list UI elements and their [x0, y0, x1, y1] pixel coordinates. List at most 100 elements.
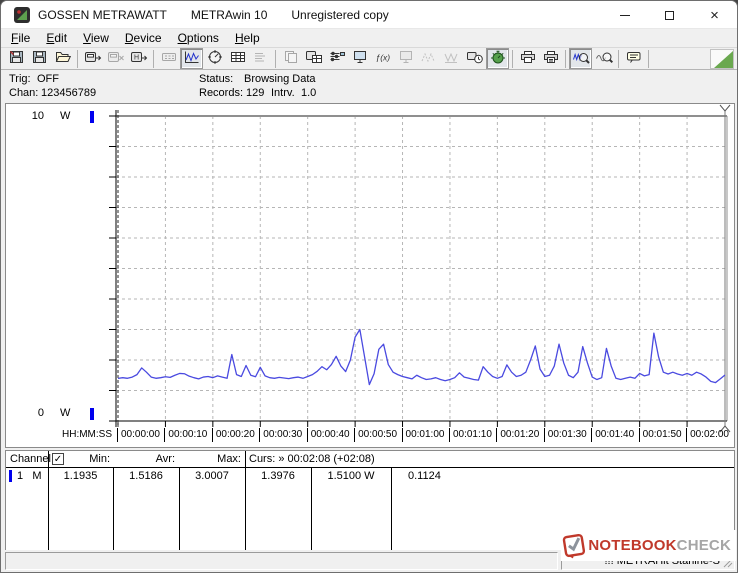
menu-edit[interactable]: Edit [38, 29, 75, 47]
window-controls: × [602, 1, 737, 29]
numeric-display-button[interactable] [157, 48, 180, 69]
records-value: 129 [246, 87, 264, 99]
export-icon [282, 49, 300, 68]
title-license-status: Unregistered copy [291, 8, 388, 22]
x-tick-label: 00:00:20 [212, 428, 255, 442]
x-tick-label: 00:01:00 [402, 428, 445, 442]
print-button[interactable] [516, 48, 539, 69]
device-config-icon [328, 49, 346, 68]
chart-view-button[interactable] [180, 48, 203, 69]
device-download-icon [84, 49, 102, 68]
x-axis-format-label: HH:MM:SS [50, 428, 112, 441]
menu-help[interactable]: Help [227, 29, 268, 47]
schedule-icon [466, 49, 484, 68]
menu-file[interactable]: File [3, 29, 38, 47]
x-tick-label: 00:01:40 [591, 428, 634, 442]
maximize-button[interactable] [647, 1, 692, 29]
channel-visible-checkbox[interactable]: ✓ [52, 453, 64, 465]
comment-button[interactable] [622, 48, 645, 69]
header-max: Max: [179, 451, 241, 468]
x-tick-label: 00:00:40 [307, 428, 350, 442]
menu-options[interactable]: Options [170, 29, 227, 47]
title-bar: GOSSEN METRAWATT METRAwin 10 Unregistere… [1, 1, 737, 29]
x-tick-label: 00:01:10 [449, 428, 492, 442]
print-setup-button[interactable] [539, 48, 562, 69]
checkmark-badge-icon [561, 531, 587, 560]
device-memory-button[interactable]: H [127, 48, 150, 69]
table-view-icon [229, 49, 247, 68]
svg-text:ƒ(x): ƒ(x) [375, 53, 390, 63]
open-file-button[interactable] [51, 48, 74, 69]
title-app-name: GOSSEN METRAWATT [38, 8, 167, 22]
trace-min-button[interactable] [417, 48, 440, 69]
timer-icon [489, 49, 507, 68]
x-tick-label: 00:00:50 [354, 428, 397, 442]
comment-icon [625, 49, 643, 68]
cursor-b-top-handle [720, 105, 730, 111]
interval-label: Intrv. [271, 87, 295, 99]
toolbar-separator [509, 50, 516, 68]
status-label: Status: [199, 73, 233, 85]
device-download-button[interactable] [81, 48, 104, 69]
interval-value: 1.0 [301, 87, 316, 99]
save-as-icon [31, 49, 49, 68]
channel-label: Chan: [9, 87, 38, 99]
cell-max: 3.0007 [179, 469, 245, 484]
export-button[interactable] [279, 48, 302, 69]
x-tick-label: 00:00:00 [117, 428, 160, 442]
metrawatt-triangle-logo [710, 49, 734, 69]
x-tick-label: 00:00:30 [259, 428, 302, 442]
cell-cursor-delta: 0.1124 [391, 469, 471, 484]
device-read-button[interactable] [302, 48, 325, 69]
menu-view[interactable]: View [75, 29, 117, 47]
records-label: Records: [199, 87, 243, 99]
menu-device[interactable]: Device [117, 29, 170, 47]
cell-cursor-a: 1.3976 [245, 469, 311, 484]
toolbar-separator [615, 50, 622, 68]
green-triangle-icon [714, 51, 733, 68]
toolbar-separator [562, 50, 569, 68]
toolbar-separator [272, 50, 279, 68]
watermark-brand-secondary: CHECK [677, 537, 731, 554]
save-data-button[interactable] [5, 48, 28, 69]
menu-bar: File Edit View Device Options Help [1, 29, 737, 48]
minimize-icon [620, 15, 630, 16]
cell-avr: 1.5186 [113, 469, 179, 484]
y-axis-max-label: 10 [28, 110, 44, 122]
list-view-button[interactable] [249, 48, 272, 69]
monitor-button[interactable] [348, 48, 371, 69]
trace-max-icon [443, 49, 461, 68]
zoom-curve-button[interactable] [592, 48, 615, 69]
monitor-log-button[interactable] [394, 48, 417, 69]
monitor-icon [351, 49, 369, 68]
close-button[interactable]: × [692, 1, 737, 29]
save-as-button[interactable] [28, 48, 51, 69]
schedule-button[interactable] [463, 48, 486, 69]
trace-max-button[interactable] [440, 48, 463, 69]
table-header-row: Channel: Min: Avr: Max: Curs: » 00:02:08… [6, 451, 734, 468]
zoom-time-button[interactable] [569, 48, 592, 69]
minimize-button[interactable] [602, 1, 647, 29]
open-file-icon [54, 49, 72, 68]
device-disconnect-button[interactable] [104, 48, 127, 69]
analog-view-button[interactable] [203, 48, 226, 69]
device-config-button[interactable] [325, 48, 348, 69]
channel-marker-top [90, 111, 94, 123]
channel-value: 123456789 [41, 87, 96, 99]
close-icon: × [710, 8, 719, 23]
cell-cursor-b: 1.5100 W [311, 469, 391, 484]
list-view-icon [252, 49, 270, 68]
timer-button[interactable] [486, 48, 509, 69]
maximize-icon [665, 11, 674, 20]
y-axis-unit-bottom: W [60, 407, 70, 419]
toolbar-separator [645, 50, 652, 68]
numeric-display-icon [160, 49, 178, 68]
trigger-label: Trig: [9, 73, 31, 85]
print-icon [519, 49, 537, 68]
formula-button[interactable]: ƒ(x) [371, 48, 394, 69]
table-view-button[interactable] [226, 48, 249, 69]
channel-marker-bottom [90, 408, 94, 420]
header-avr: Avr: [113, 451, 175, 468]
channel-color-marker [9, 470, 12, 482]
chart-view-icon [183, 49, 201, 68]
